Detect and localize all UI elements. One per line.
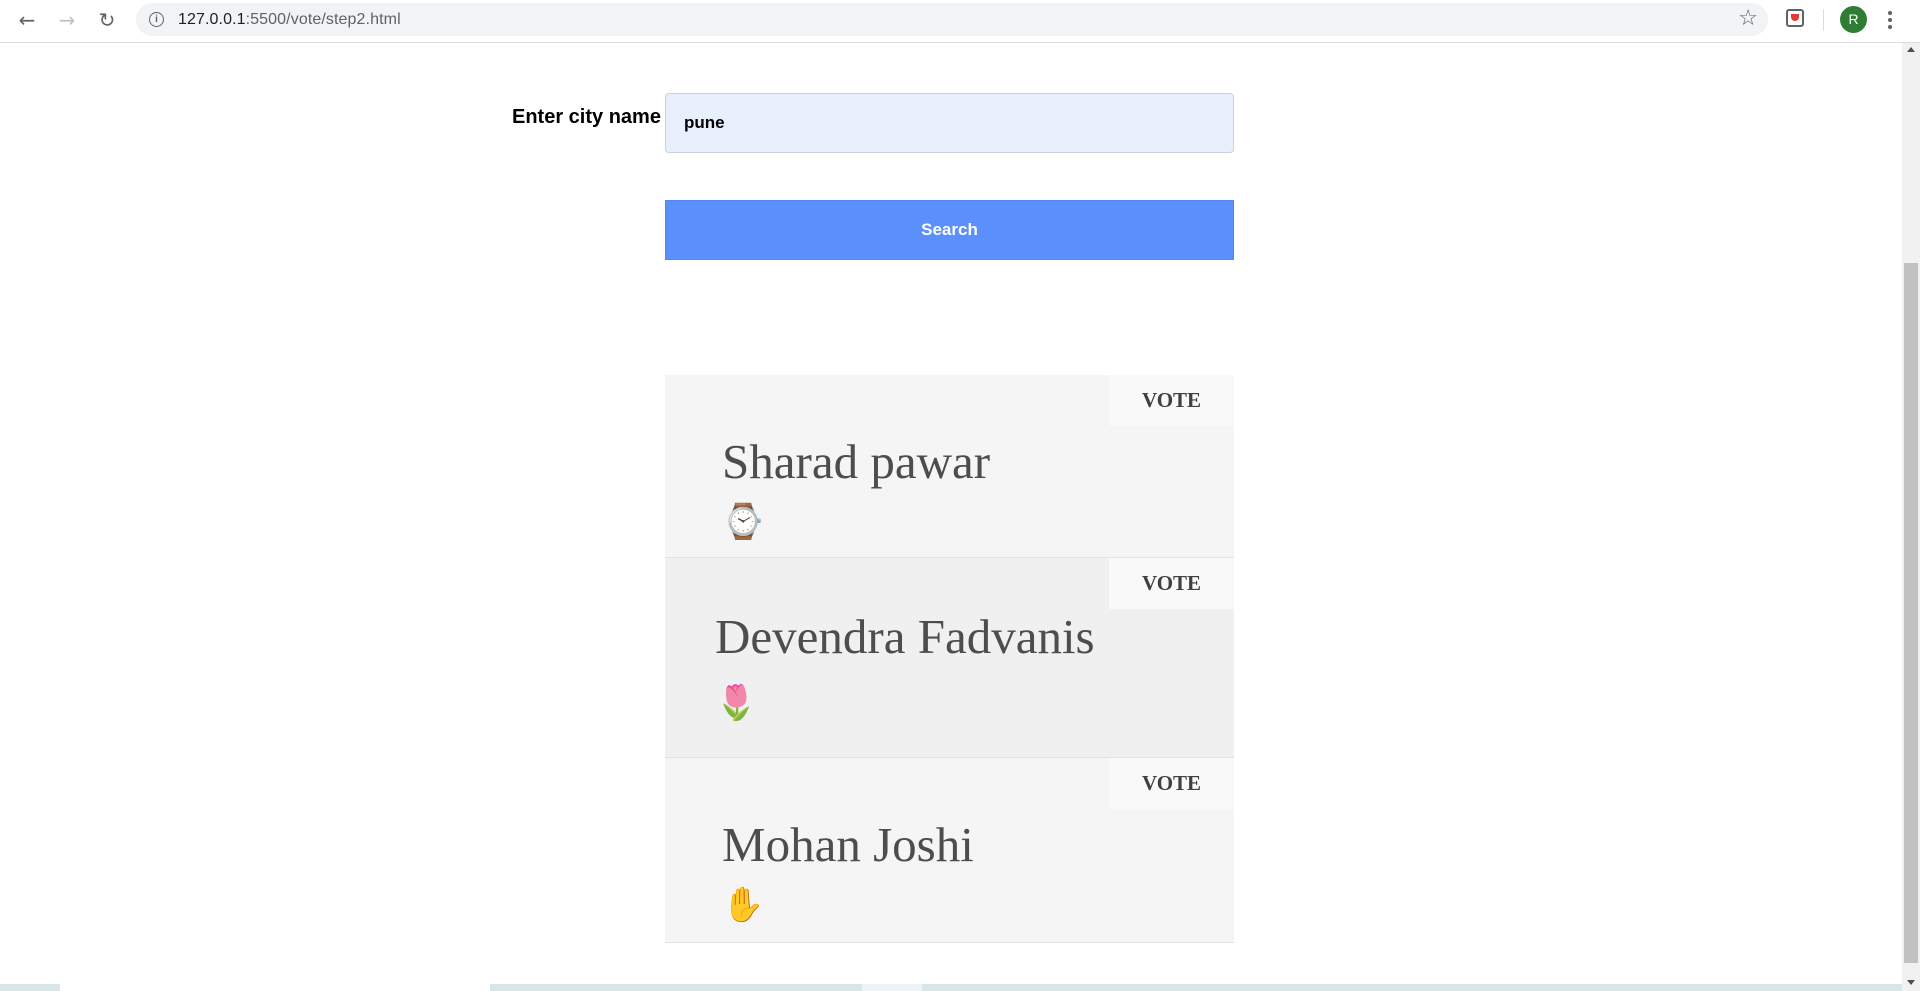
- candidate-name: Mohan Joshi: [722, 817, 974, 872]
- hand-icon: ✋: [722, 885, 765, 925]
- scroll-thumb[interactable]: [1904, 263, 1918, 963]
- candidate-card: VOTE Mohan Joshi ✋: [665, 758, 1234, 943]
- browser-toolbar: ← → ↻ i 127.0.0.1:5500/vote/step2.html ☆…: [0, 0, 1920, 43]
- download-item[interactable]: [60, 984, 490, 991]
- url-text[interactable]: 127.0.0.1:5500/vote/step2.html: [178, 11, 401, 29]
- bookmark-star-icon[interactable]: ☆: [1738, 6, 1758, 31]
- url-path: :5500/vote/step2.html: [245, 11, 401, 28]
- info-icon[interactable]: i: [149, 12, 164, 27]
- candidate-name: Devendra Fadvanis: [715, 609, 1095, 664]
- candidate-card: VOTE Devendra Fadvanis 🌷: [665, 558, 1234, 758]
- forward-icon[interactable]: →: [52, 5, 82, 35]
- watch-icon: ⌚: [722, 502, 765, 542]
- address-bar[interactable]: i 127.0.0.1:5500/vote/step2.html ☆: [136, 3, 1768, 36]
- scroll-up-arrow-icon[interactable]: [1907, 47, 1915, 52]
- kebab-menu-icon[interactable]: [1882, 6, 1898, 34]
- lotus-icon: 🌷: [715, 683, 758, 723]
- vertical-scrollbar[interactable]: [1902, 43, 1920, 991]
- city-input[interactable]: [665, 93, 1234, 153]
- city-label: Enter city name: [512, 106, 661, 128]
- scroll-down-arrow-icon[interactable]: [1907, 980, 1915, 985]
- candidate-name: Sharad pawar: [722, 434, 991, 489]
- url-host: 127.0.0.1: [178, 11, 246, 28]
- search-button[interactable]: Search: [665, 200, 1234, 260]
- extension-icon[interactable]: [1786, 9, 1804, 27]
- back-icon[interactable]: ←: [12, 5, 42, 35]
- download-bar-segment: [862, 984, 922, 991]
- candidate-card: VOTE Sharad pawar ⌚: [665, 375, 1234, 558]
- vote-button[interactable]: VOTE: [1109, 758, 1234, 809]
- vote-button[interactable]: VOTE: [1109, 558, 1234, 609]
- reload-icon[interactable]: ↻: [92, 5, 122, 35]
- toolbar-divider: [1823, 9, 1824, 31]
- profile-avatar[interactable]: R: [1840, 6, 1867, 33]
- vote-button[interactable]: VOTE: [1109, 375, 1234, 426]
